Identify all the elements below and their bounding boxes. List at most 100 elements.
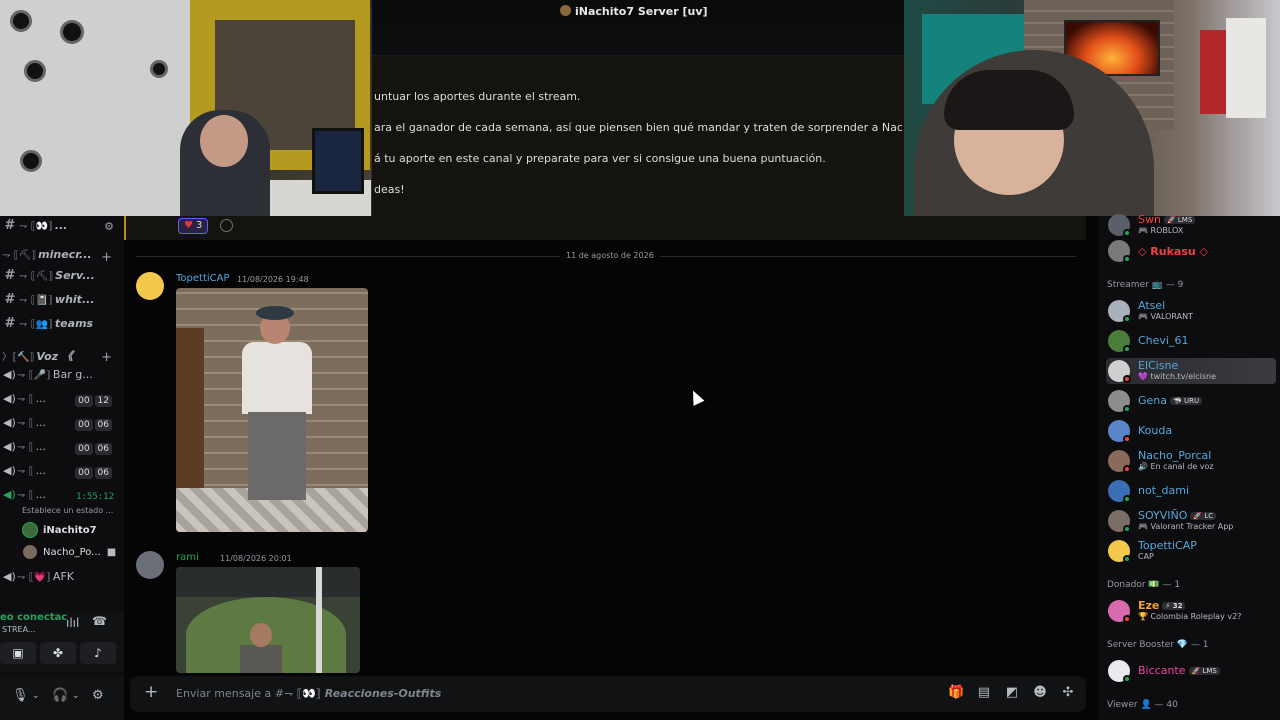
category-label: minecr... [38,248,92,261]
member-name: TopettiCAP [1138,539,1197,552]
composer-placeholder[interactable]: Enviar mensaje a #⇁ ⟦👀⟧ Reacciones-Outfi… [176,687,441,700]
heart-reaction[interactable]: ♥ 3 [178,218,209,234]
message-timestamp: 11/08/2026 19:48 [237,275,309,284]
online-status-dot [1123,555,1131,563]
voice-channel-item[interactable]: ◀)⇁ ⟦... 00 06 [0,440,124,462]
channel-prefix: ⇁ ⟦🎤⟧ [17,370,51,381]
member-item[interactable]: TopettiCAP CAP [1106,538,1276,564]
cam-poster [1200,30,1226,114]
apps-icon[interactable]: ✣ [1060,685,1076,700]
hash-icon: # [4,292,16,307]
member-name: Eze ⚡ 32 [1138,599,1186,612]
add-attachment-icon[interactable]: + [144,682,158,702]
cam-wall [0,0,200,216]
member-item[interactable]: Nacho_Porcal 🔊 En canal de voz [1106,448,1276,474]
channel-label: teams [54,317,94,330]
photo-person-beret [256,306,294,320]
add-reaction-icon[interactable] [220,219,233,232]
member-tag: 🚀 LMS [1188,667,1220,675]
category-item[interactable]: 〉⟦🔨⟧ Voz 《 + [0,348,124,370]
soundboard-button[interactable]: ♪ [80,642,116,664]
channel-item[interactable]: # ⇁ ⟦👥⟧ teams [0,316,124,338]
headphones-icon[interactable]: 🎧 [52,688,68,703]
sticker-icon[interactable]: ◩ [1004,685,1020,700]
member-item[interactable]: ◇ Rukasu ◇ [1106,238,1276,264]
noise-suppression-icon[interactable]: ılıl [66,616,79,630]
member-name: Kouda [1138,424,1172,437]
voice-channel-item[interactable]: ◀)⇁ ⟦... 00 06 [0,464,124,486]
member-item[interactable]: SOYVIÑO 🚀 LC 🎮 Valorant Tracker App [1106,508,1276,534]
activities-button[interactable]: ✤ [40,642,76,664]
disconnect-icon[interactable]: ☎ [92,614,107,628]
member-item[interactable]: Gena 🦈 URU [1106,388,1276,414]
settings-icon[interactable]: ⚙ [104,220,114,233]
member-item[interactable]: not_dami [1106,478,1276,504]
status-hint[interactable]: Establece un estado ... [22,506,113,515]
message-author[interactable]: TopettiCAP [176,273,230,284]
member-name-text: TopettiCAP [1138,539,1197,552]
announcement-line: ara el ganador de cada semana, así que p… [374,121,943,134]
member-item[interactable]: Atsel 🎮 VALORANT [1106,298,1276,324]
video-icon: ■ [106,547,117,558]
member-item[interactable]: Swn 🚀 LMS 🎮 ROBLOX [1106,212,1276,238]
gear-icon[interactable]: ⚙ [92,688,104,703]
add-channel-icon[interactable]: + [101,350,112,365]
voice-channel-item[interactable]: ◀)⇁ ⟦... 00 06 [0,416,124,438]
voice-user-name: iNachito7 [43,525,97,536]
voice-user[interactable]: Nacho_Po... ■ [22,544,116,564]
member-item[interactable]: Biccante 🚀 LMS [1106,658,1276,684]
user-control-panel: 🎙 ⌄ 🎧 ⌄ ⚙ [0,676,124,720]
channel-item[interactable]: # ⇁ ⟦⛏⟧ Serv... [0,268,124,290]
message-author[interactable]: rami [176,552,199,563]
message-composer[interactable]: + Enviar mensaje a #⇁ ⟦👀⟧ Reacciones-Out… [130,676,1086,712]
member-item[interactable]: Kouda [1106,418,1276,444]
member-name: ◇ Rukasu ◇ [1138,245,1208,258]
avatar[interactable] [136,272,164,300]
voice-channel-name[interactable]: STREA... [2,625,36,634]
role-header: Streamer 📺 — 9 [1107,280,1184,290]
cam-monitor [312,128,364,194]
date-divider-label: 11 de agosto de 2026 [560,251,660,260]
channel-item[interactable]: # ⇁ ⟦📓⟧ whit... [0,292,124,314]
outfit-photo[interactable] [176,567,360,673]
gift-icon[interactable]: 🎁 [948,685,964,700]
emoji-icon[interactable]: ☻ [1032,685,1048,700]
voice-channel-item[interactable]: ◀)⇁ ⟦💗⟧ AFK [0,570,124,592]
announcement-line: deas! [374,183,405,196]
gif-icon[interactable]: ▤ [976,685,992,700]
category-prefix: ⇁ ⟦⛏⟧ [2,250,37,261]
user-count: 00 [75,395,93,407]
channel-item[interactable]: # ⇁ ⟦👀⟧... ⚙ [0,218,124,240]
member-activity: 🎮 VALORANT [1138,312,1193,321]
member-name: Swn 🚀 LMS [1138,213,1196,226]
channel-label: ... [35,464,47,477]
member-name: Chevi_61 [1138,334,1188,347]
member-name: SOYVIÑO 🚀 LC [1138,509,1217,522]
chevron-down-icon[interactable]: ⌄ [32,691,40,701]
user-limit-badge: 00 06 [73,443,112,455]
user-limit: 12 [94,395,112,407]
voice-user-name: Nacho_Po... [43,547,101,558]
voice-user[interactable]: iNachito7 [22,522,97,542]
category-item[interactable]: ⇁ ⟦⛏⟧ minecr... + [0,248,124,270]
member-item[interactable]: ElCisne 💜 twitch.tv/elcisne [1106,358,1276,384]
microphone-icon[interactable]: 🎙 [12,688,29,703]
online-status-dot [1123,495,1131,503]
user-limit: 06 [94,419,112,431]
avatar[interactable] [136,551,164,579]
channel-prefix: ⇁ ⟦⛏⟧ [19,271,54,282]
channel-prefix: ⇁ ⟦💗⟧ [17,572,51,583]
voice-channel-item[interactable]: ◀)⇁ ⟦🎤⟧ Bar g... [0,368,124,390]
member-name-text: Biccante [1138,664,1186,677]
channel-label: ... [35,416,47,429]
voice-channel-item[interactable]: ◀)⇁ ⟦... 00 12 [0,392,124,414]
member-activity: 🔊 En canal de voz [1138,462,1214,471]
outfit-photo[interactable] [176,288,368,532]
add-channel-icon[interactable]: + [101,250,112,265]
member-item[interactable]: Chevi_61 [1106,328,1276,354]
member-item[interactable]: Eze ⚡ 32 🏆 Colombia Roleplay v2? [1106,598,1276,624]
online-status-dot [1123,435,1131,443]
camera-button[interactable]: ▣ [0,642,36,664]
chevron-down-icon[interactable]: ⌄ [72,691,80,701]
channel-prefix: ⇁ ⟦ [17,394,34,405]
